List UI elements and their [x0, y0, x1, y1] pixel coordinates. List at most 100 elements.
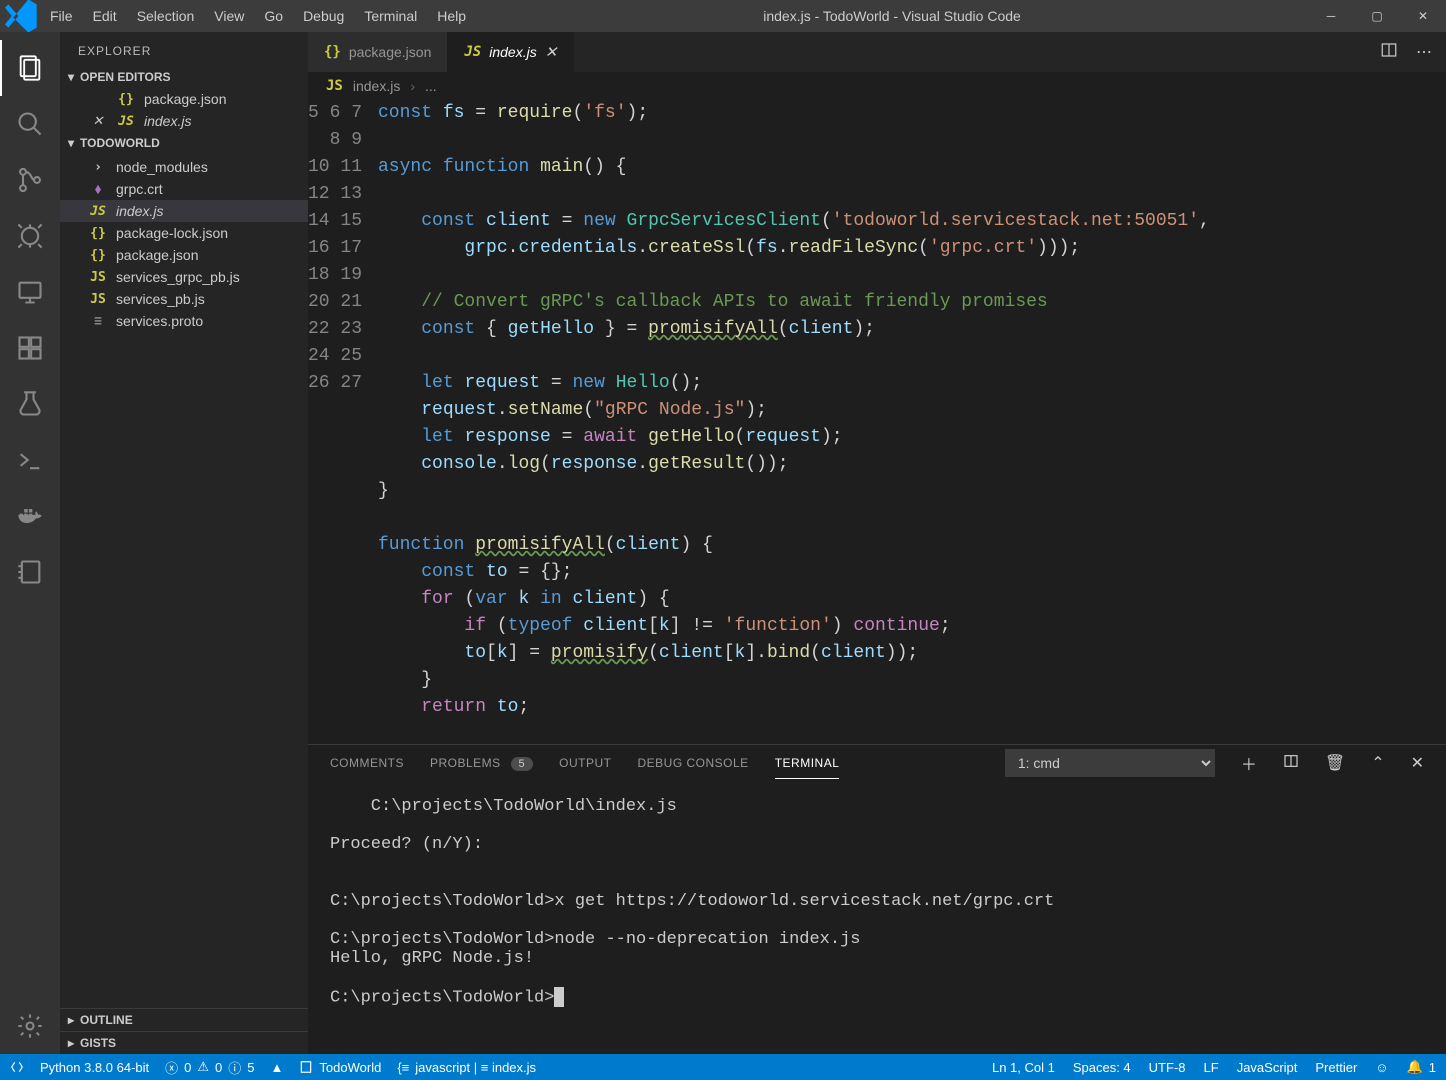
- panel-tab-terminal[interactable]: TERMINAL: [775, 748, 840, 779]
- vscode-logo-icon: [0, 0, 40, 36]
- menu-go[interactable]: Go: [254, 2, 293, 30]
- open-editors-section[interactable]: ▾ OPEN EDITORS: [60, 66, 308, 88]
- panel-tabs: COMMENTS PROBLEMS 5 OUTPUT DEBUG CONSOLE…: [308, 745, 1446, 781]
- minimize-icon[interactable]: ─: [1308, 1, 1354, 31]
- editor-area: {}package.jsonJSindex.js✕ ⋯ JS index.js …: [308, 32, 1446, 1054]
- file-icon: JS: [88, 204, 108, 219]
- settings-gear-icon[interactable]: [0, 998, 60, 1054]
- window-title: index.js - TodoWorld - Visual Studio Cod…: [476, 8, 1308, 24]
- file-icon: JS: [88, 270, 108, 285]
- menu-debug[interactable]: Debug: [293, 2, 354, 30]
- menu-help[interactable]: Help: [427, 2, 476, 30]
- titlebar: FileEditSelectionViewGoDebugTerminalHelp…: [0, 0, 1446, 32]
- testing-icon[interactable]: [0, 376, 60, 432]
- sidebar-header: EXPLORER: [60, 32, 308, 66]
- menu-selection[interactable]: Selection: [127, 2, 205, 30]
- status-prettier[interactable]: Prettier: [1315, 1060, 1357, 1075]
- menu-terminal[interactable]: Terminal: [354, 2, 427, 30]
- breadcrumb[interactable]: JS index.js › ...: [308, 72, 1446, 100]
- open-editor-item[interactable]: {}package.json: [60, 88, 308, 110]
- status-lang[interactable]: JavaScript: [1237, 1060, 1298, 1075]
- status-lang-file[interactable]: {≡javascript | ≡ index.js: [397, 1060, 536, 1075]
- window-controls: ─ ▢ ✕: [1308, 1, 1446, 31]
- close-icon[interactable]: ✕: [1400, 1, 1446, 31]
- terminal-selector[interactable]: 1: cmd: [1005, 749, 1215, 777]
- file-icon: ⬧: [88, 182, 108, 197]
- status-feedback-icon[interactable]: ☺: [1375, 1060, 1388, 1075]
- panel-tab-output[interactable]: OUTPUT: [559, 748, 611, 778]
- chevron-right-icon: ▸: [68, 1036, 74, 1050]
- status-lncol[interactable]: Ln 1, Col 1: [992, 1060, 1055, 1075]
- editor-tabs: {}package.jsonJSindex.js✕ ⋯: [308, 32, 1446, 72]
- remote-indicator[interactable]: [10, 1060, 24, 1074]
- debug-icon[interactable]: [0, 208, 60, 264]
- file-icon: JS: [116, 114, 136, 129]
- more-actions-icon[interactable]: ⋯: [1416, 42, 1432, 62]
- panel-tab-debug-console[interactable]: DEBUG CONSOLE: [638, 748, 749, 778]
- file-icon: JS: [464, 44, 481, 60]
- file-icon: {}: [88, 248, 108, 263]
- bottom-panel: COMMENTS PROBLEMS 5 OUTPUT DEBUG CONSOLE…: [308, 744, 1446, 1054]
- menu-edit[interactable]: Edit: [83, 2, 127, 30]
- close-tab-icon[interactable]: ✕: [545, 43, 558, 61]
- panel-tab-comments[interactable]: COMMENTS: [330, 748, 404, 778]
- folder-item[interactable]: ›node_modules: [60, 156, 308, 178]
- chevron-down-icon: ▾: [68, 70, 74, 84]
- file-item[interactable]: ⬧grpc.crt: [60, 178, 308, 200]
- file-item[interactable]: JSservices_pb.js: [60, 288, 308, 310]
- chevron-down-icon: ▾: [68, 136, 74, 150]
- project-section[interactable]: ▾ TODOWORLD: [60, 132, 308, 154]
- notebook-icon[interactable]: [0, 544, 60, 600]
- terminal-icon[interactable]: [0, 432, 60, 488]
- outline-section[interactable]: ▸ OUTLINE: [60, 1008, 308, 1031]
- chevron-right-icon: ▸: [68, 1013, 74, 1027]
- split-editor-icon[interactable]: [1380, 41, 1398, 64]
- remote-explorer-icon[interactable]: [0, 264, 60, 320]
- status-bar: Python 3.8.0 64-bit ⓧ0 ⚠0 ⓘ5 ▲ TodoWorld…: [0, 1054, 1446, 1080]
- extensions-icon[interactable]: [0, 320, 60, 376]
- status-eol[interactable]: LF: [1204, 1060, 1219, 1075]
- chevron-right-icon: ›: [88, 160, 108, 175]
- status-spaces[interactable]: Spaces: 4: [1073, 1060, 1131, 1075]
- activity-bar: [0, 32, 60, 1054]
- editor-tab[interactable]: JSindex.js✕: [448, 32, 574, 72]
- editor-tab[interactable]: {}package.json: [308, 32, 448, 72]
- close-panel-icon[interactable]: ✕: [1411, 753, 1424, 773]
- source-control-icon[interactable]: [0, 152, 60, 208]
- search-icon[interactable]: [0, 96, 60, 152]
- file-icon: ≡: [88, 314, 108, 329]
- code-editor[interactable]: 5 6 7 8 9 10 11 12 13 14 15 16 17 18 19 …: [308, 100, 1446, 744]
- file-item[interactable]: {}package-lock.json: [60, 222, 308, 244]
- gists-section[interactable]: ▸ GISTS: [60, 1031, 308, 1054]
- panel-tab-problems[interactable]: PROBLEMS 5: [430, 748, 533, 778]
- terminal[interactable]: C:\projects\TodoWorld\index.js Proceed? …: [308, 781, 1446, 1054]
- file-item[interactable]: JSservices_grpc_pb.js: [60, 266, 308, 288]
- sidebar: EXPLORER ▾ OPEN EDITORS {}package.json ✕ J…: [60, 32, 308, 1054]
- file-item[interactable]: JSindex.js: [60, 200, 308, 222]
- status-python[interactable]: Python 3.8.0 64-bit: [40, 1060, 149, 1075]
- docker-icon[interactable]: [0, 488, 60, 544]
- kill-terminal-icon[interactable]: 🗑: [1325, 753, 1345, 773]
- menu-file[interactable]: File: [40, 2, 83, 30]
- menubar: FileEditSelectionViewGoDebugTerminalHelp: [40, 2, 476, 30]
- status-fire-icon[interactable]: ▲: [271, 1060, 284, 1075]
- file-icon: {}: [88, 226, 108, 241]
- status-problems[interactable]: ⓧ0 ⚠0 ⓘ5: [165, 1058, 254, 1077]
- status-bell-icon[interactable]: 🔔1: [1407, 1059, 1436, 1075]
- file-icon: {}: [116, 92, 136, 107]
- explorer-icon[interactable]: [0, 40, 60, 96]
- file-icon: {}: [324, 44, 341, 60]
- status-branch[interactable]: TodoWorld: [299, 1060, 381, 1075]
- new-terminal-icon[interactable]: ＋: [1241, 751, 1257, 775]
- file-item[interactable]: {}package.json: [60, 244, 308, 266]
- close-editor-icon[interactable]: ✕: [88, 113, 108, 129]
- maximize-panel-icon[interactable]: ⌃: [1371, 753, 1384, 773]
- open-editor-item[interactable]: ✕JSindex.js: [60, 110, 308, 132]
- split-terminal-icon[interactable]: [1283, 753, 1299, 774]
- status-encoding[interactable]: UTF-8: [1149, 1060, 1186, 1075]
- file-item[interactable]: ≡services.proto: [60, 310, 308, 332]
- js-file-icon: JS: [326, 78, 343, 94]
- problems-badge: 5: [511, 757, 534, 771]
- maximize-icon[interactable]: ▢: [1354, 1, 1400, 31]
- menu-view[interactable]: View: [204, 2, 254, 30]
